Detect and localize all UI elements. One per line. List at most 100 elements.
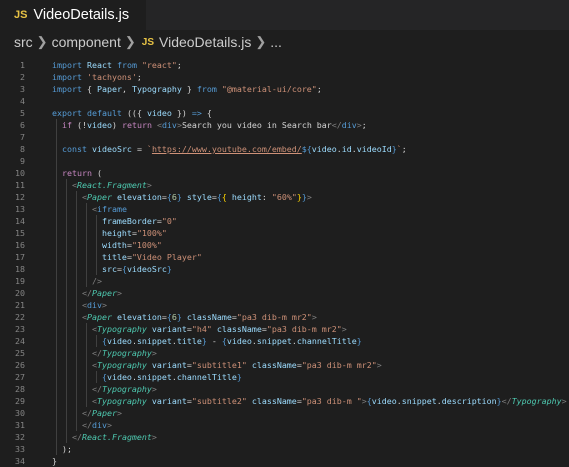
line-number: 12 (15, 192, 25, 202)
code-text: {video.snippet.channelTitle} (52, 372, 242, 382)
line-number: 33 (15, 444, 25, 454)
code-text: import React from "react"; (52, 60, 182, 70)
indent-guide (96, 335, 97, 347)
code-line[interactable]: 4 (0, 95, 569, 107)
indent-guide (66, 179, 67, 443)
indent-guide (86, 323, 87, 407)
code-text: {video.snippet.title} - {video.snippet.c… (52, 336, 362, 346)
line-number: 14 (15, 216, 25, 226)
tab-videodetails[interactable]: JS VideoDetails.js (0, 0, 146, 30)
indent-guide (56, 119, 57, 455)
code-line[interactable]: 11 <React.Fragment> (0, 179, 569, 191)
indent-guide (76, 191, 77, 431)
line-number: 31 (15, 420, 25, 430)
code-text: <iframe (52, 204, 127, 214)
code-line[interactable]: 2 import 'tachyons'; (0, 71, 569, 83)
chevron-right-icon: ❯ (36, 34, 48, 49)
code-line[interactable]: 12 <Paper elevation={6} style={{ height:… (0, 191, 569, 203)
code-line[interactable]: 9 (0, 155, 569, 167)
indent-guide (96, 371, 97, 383)
code-line[interactable]: 6 if (!video) return <div>Search you vid… (0, 119, 569, 131)
line-number: 2 (20, 72, 25, 82)
indent-guide (86, 203, 87, 287)
code-text: const videoSrc = `https://www.youtube.co… (52, 144, 407, 154)
breadcrumb-item-component[interactable]: component (52, 34, 121, 50)
js-file-icon: JS (141, 36, 154, 48)
line-number: 24 (15, 336, 25, 346)
code-text: ); (52, 444, 72, 454)
code-text: </Typography> (91, 384, 157, 394)
code-text: <Paper elevation={6} className="pa3 dib-… (52, 312, 317, 322)
code-text: import { Paper, Typography } from "@mate… (52, 84, 322, 94)
line-number: 6 (20, 120, 25, 130)
line-number: 18 (15, 264, 25, 274)
line-number: 17 (15, 252, 25, 262)
line-number: 34 (15, 456, 25, 466)
code-text: if (!video) return <div>Search you video… (52, 120, 367, 130)
line-number: 10 (15, 168, 25, 178)
line-number: 9 (20, 156, 25, 166)
code-line[interactable]: 7 (0, 131, 569, 143)
breadcrumb-item-symbols[interactable]: ... (270, 34, 282, 50)
line-number: 25 (15, 348, 25, 358)
code-line[interactable]: 21 <div> (0, 299, 569, 311)
code-text: </Paper> (52, 408, 122, 418)
code-text: <Typography variant="h4" className="pa3 … (52, 324, 347, 334)
line-number: 27 (15, 372, 25, 382)
breadcrumb-item-src[interactable]: src (14, 34, 33, 50)
line-number: 16 (15, 240, 25, 250)
code-text: <Paper elevation={6} style={{ height: "6… (52, 192, 312, 202)
line-number: 30 (15, 408, 25, 418)
code-line[interactable]: 34} (0, 455, 569, 467)
breadcrumb: src ❯ component ❯ JS VideoDetails.js ❯ .… (0, 30, 569, 54)
code-line[interactable]: 33 ); (0, 443, 569, 455)
line-number: 7 (20, 132, 25, 142)
line-number: 3 (20, 84, 25, 94)
indent-guide (96, 215, 97, 275)
code-text: return ( (52, 168, 102, 178)
line-number: 22 (15, 312, 25, 322)
line-number: 21 (15, 300, 25, 310)
code-text: </React.Fragment> (71, 432, 157, 442)
line-number: 26 (15, 360, 25, 370)
line-number: 20 (15, 288, 25, 298)
code-text: import 'tachyons'; (52, 72, 142, 82)
line-number: 29 (15, 396, 25, 406)
line-number: 28 (15, 384, 25, 394)
line-number: 13 (15, 204, 25, 214)
chevron-right-icon: ❯ (255, 34, 267, 49)
code-line[interactable]: 22 <Paper elevation={6} className="pa3 d… (0, 311, 569, 323)
code-line[interactable]: 8 const videoSrc = `https://www.youtube.… (0, 143, 569, 155)
tab-title: VideoDetails.js (33, 7, 130, 23)
code-line[interactable]: 20 </Paper> (0, 287, 569, 299)
code-line[interactable]: 32 </React.Fragment> (0, 431, 569, 443)
code-text: export default (({ video }) => { (52, 108, 212, 118)
code-text: title="Video Player" (52, 252, 202, 262)
chevron-right-icon: ❯ (124, 34, 136, 49)
line-number: 11 (15, 180, 25, 190)
code-text: <Typography variant="subtitle2" classNam… (52, 396, 567, 406)
code-text: </div> (52, 420, 112, 430)
line-number: 23 (15, 324, 25, 334)
code-line[interactable]: 1 import React from "react"; (0, 59, 569, 71)
line-number: 32 (15, 432, 25, 442)
code-text: </Typography> (91, 348, 157, 358)
line-number: 15 (15, 228, 25, 238)
line-number: 19 (15, 276, 25, 286)
code-line[interactable]: 31 </div> (0, 419, 569, 431)
code-line[interactable]: 30 </Paper> (0, 407, 569, 419)
code-text: } (52, 456, 57, 466)
code-line[interactable]: 3 import { Paper, Typography } from "@mat… (0, 83, 569, 95)
code-line[interactable]: 5 export default (({ video }) => { (0, 107, 569, 119)
code-text: width="100%" (52, 240, 162, 250)
js-file-icon: JS (14, 9, 28, 21)
code-text: height="100%" (52, 228, 167, 238)
line-number: 4 (20, 96, 25, 106)
code-line[interactable]: 10 return ( (0, 167, 569, 179)
code-editor[interactable]: 1 import React from "react"; 2 import 'tach… (0, 55, 569, 467)
breadcrumb-item-file[interactable]: VideoDetails.js (159, 34, 251, 50)
code-text: src={videoSrc} (52, 264, 172, 274)
line-number: 5 (20, 108, 25, 118)
tab-bar: JS VideoDetails.js (0, 0, 569, 30)
code-text: </Paper> (52, 288, 122, 298)
